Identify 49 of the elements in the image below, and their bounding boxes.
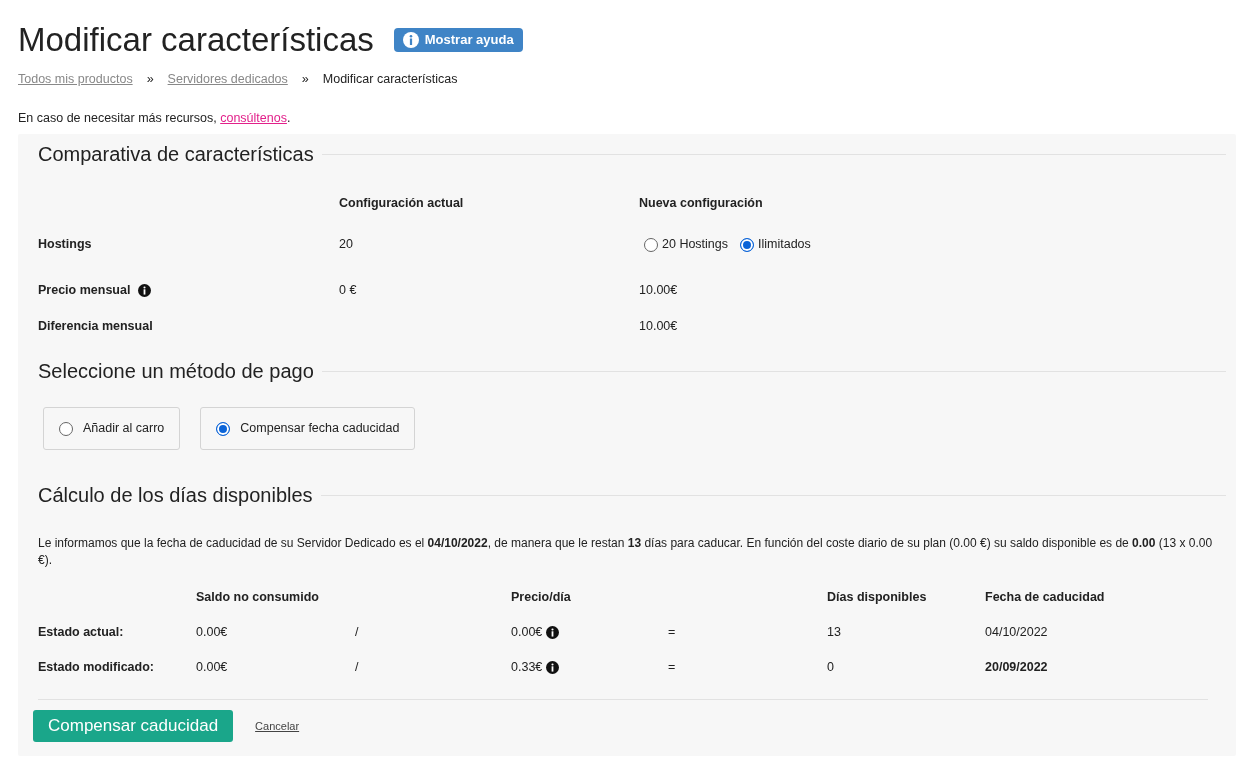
breadcrumb-text: »: [146, 72, 154, 87]
info-icon: [402, 32, 419, 48]
column-header: Precio/día: [511, 590, 572, 605]
info-icon: [546, 661, 560, 674]
expiry-date: 20/09/2022: [985, 660, 1049, 675]
cancel-link[interactable]: Cancelar: [255, 719, 300, 733]
cell-value: 0.33€: [511, 660, 543, 675]
equals-sign: =: [668, 660, 677, 675]
row-label: Diferencia mensual: [38, 319, 153, 334]
info-icon: [138, 284, 152, 297]
radio-option[interactable]: Ilimitados: [740, 237, 811, 252]
cell-value: 10.00€: [639, 319, 679, 334]
cell-value: 0 €: [339, 283, 358, 298]
breadcrumb-text: Modificar características: [322, 72, 458, 87]
cell-value: 0.00€: [196, 660, 229, 675]
help-button[interactable]: Mostrar ayuda: [393, 28, 523, 52]
equals-sign: =: [668, 625, 677, 640]
cell-value: 0: [827, 660, 835, 675]
breadcrumb-link[interactable]: Todos mis productos: [18, 72, 133, 87]
cell-value: 0.00€: [196, 625, 229, 640]
info-paragraph: Le informamos que la fecha de caducidad de su Servidor Dedicado es el 04/10/2022, de manera que le restan 13 días para caducar. En función del coste diario de su plan (0.00 €) su saldo disponible es de 0.00 (13 x 0.00 €).: [38, 535, 1214, 569]
breadcrumb-text: »: [301, 72, 309, 87]
breadcrumb-link[interactable]: Servidores dedicados: [167, 72, 288, 87]
cell-value: 20: [339, 237, 354, 252]
radio-option[interactable]: 20 Hostings: [644, 237, 728, 252]
row-label: Estado modificado:: [38, 660, 155, 675]
section-heading: Comparativa de características: [38, 142, 314, 166]
section-heading: Cálculo de los días disponibles: [38, 483, 313, 507]
payment-option[interactable]: Compensar fecha caducidad: [200, 407, 416, 450]
row-label: Precio mensual: [38, 283, 131, 298]
column-header: Fecha de caducidad: [985, 590, 1106, 605]
divide-sign: /: [355, 625, 360, 640]
expiry-date: 04/10/2022: [985, 625, 1049, 640]
divide-sign: /: [355, 660, 360, 675]
column-header: Nueva configuración: [639, 196, 764, 211]
row-label: Hostings: [38, 237, 92, 252]
cell-value: 13: [827, 625, 842, 640]
cell-value: 10.00€: [639, 283, 679, 298]
info-icon: [546, 626, 560, 639]
column-header: Saldo no consumido: [196, 590, 320, 605]
cell-value: 0.00€: [511, 625, 543, 640]
payment-option[interactable]: Añadir al carro: [43, 407, 181, 450]
page-title: Modificar características: [18, 20, 374, 60]
contact-link[interactable]: consúltenos: [220, 111, 287, 125]
intro-text: En caso de necesitar más recursos, consúltenos.: [18, 111, 292, 126]
row-label: Estado actual:: [38, 625, 125, 640]
column-header: Días disponibles: [827, 590, 928, 605]
section-heading: Seleccione un método de pago: [38, 359, 314, 383]
column-header: Configuración actual: [339, 196, 465, 211]
